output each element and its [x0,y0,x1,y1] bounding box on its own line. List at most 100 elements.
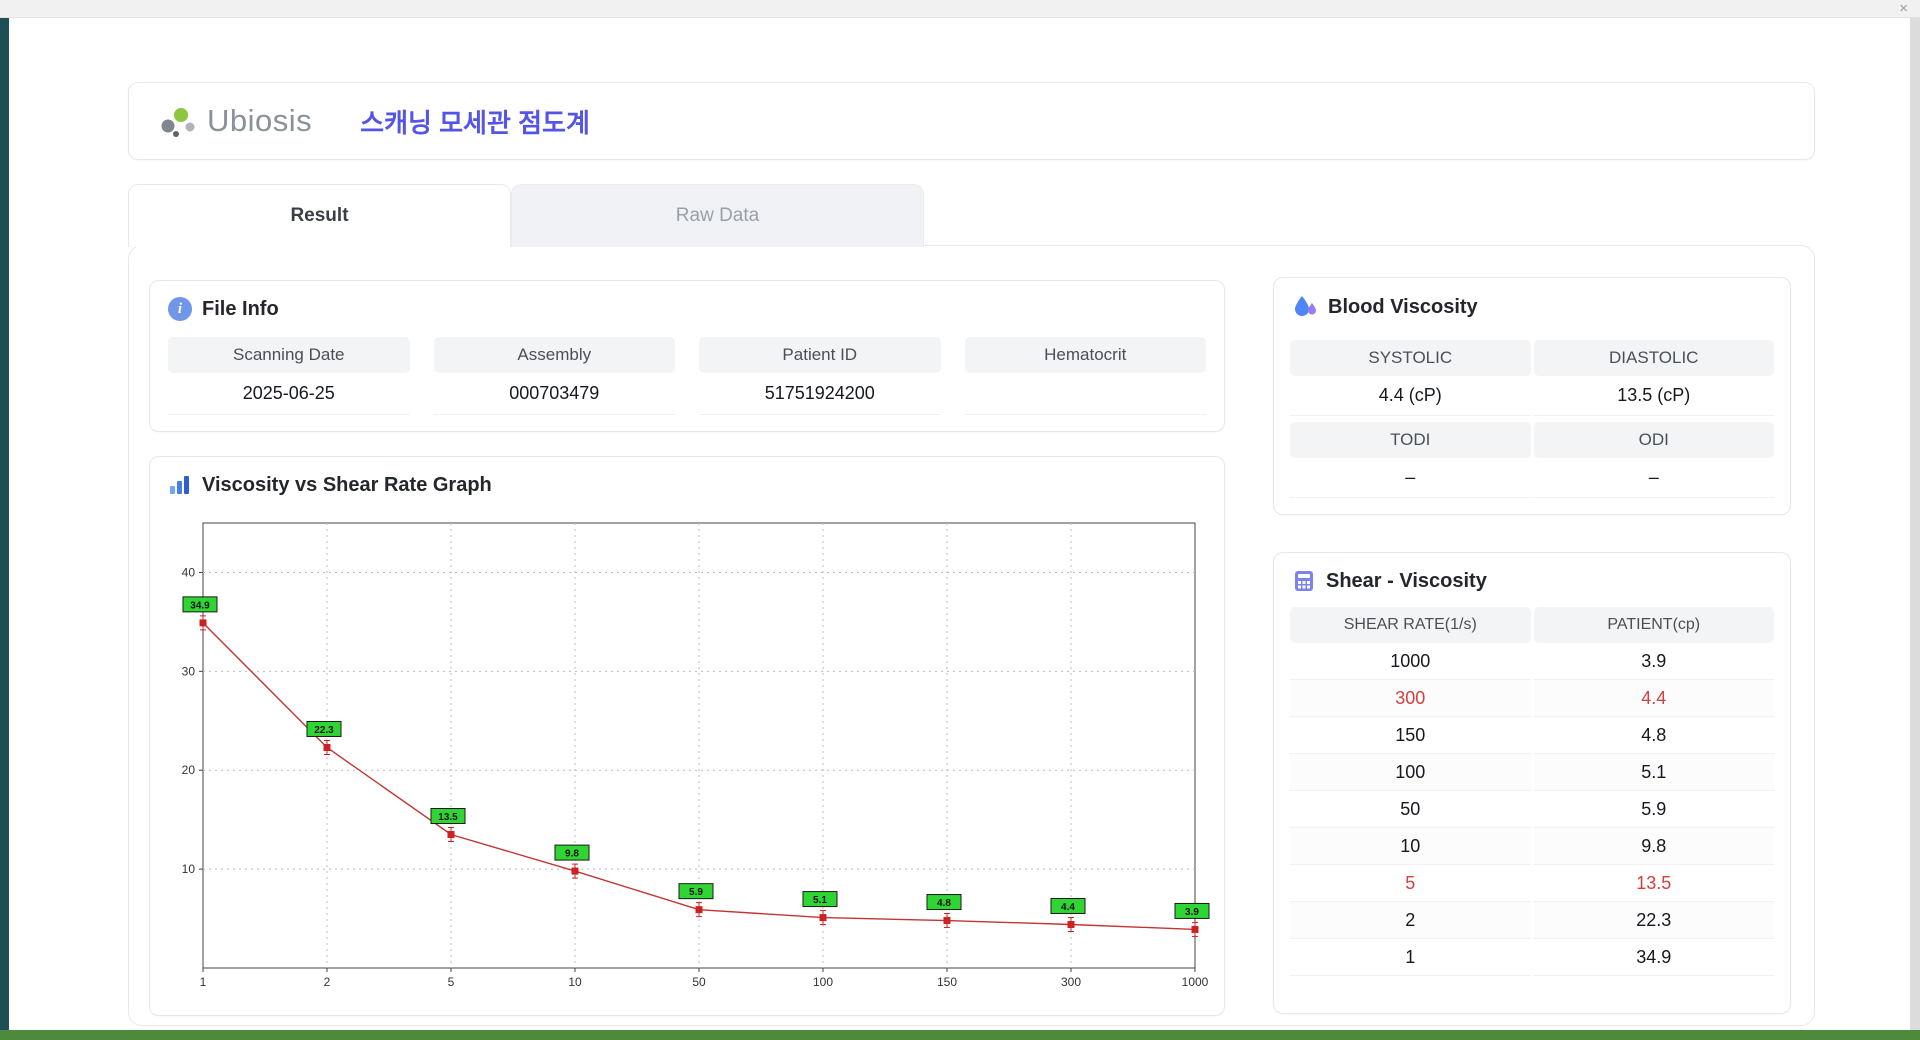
blood-viscosity-title: Blood Viscosity [1328,295,1478,318]
table-cell: 3.9 [1533,643,1774,680]
logo-text: Ubiosis [207,103,313,138]
file-info-title: File Info [202,297,279,320]
field-label: Assembly [433,337,675,373]
droplets-icon [1292,294,1318,320]
desktop-left-strip [0,18,9,1040]
svg-text:9.8: 9.8 [565,849,579,860]
field-value: 2025-06-25 [168,373,410,415]
svg-text:3.9: 3.9 [1185,907,1199,918]
table-row: 1000 3.9 [1290,643,1774,680]
info-icon: i [168,297,192,321]
table-cell: 50 [1290,791,1531,828]
tabs: Result Raw Data [128,184,924,247]
svg-text:13.5: 13.5 [438,812,458,823]
table-cell: 34.9 [1533,939,1774,976]
bv-value-cell: 4.4 (cP) [1290,376,1531,416]
shear-column-header: PATIENT(cp) [1533,607,1774,643]
content-panel: i File Info Scanning Date 2025-06-25 Assem… [128,245,1815,1026]
field-label: Patient ID [699,337,941,373]
app-logo: Ubiosis [157,103,312,139]
shear-table-title-row: Shear - Viscosity [1274,553,1790,603]
table-cell: 1000 [1290,643,1531,680]
svg-text:5.9: 5.9 [689,887,703,898]
svg-text:40: 40 [182,565,196,579]
svg-text:2: 2 [324,975,331,989]
desktop-bottom-strip [0,1030,1920,1040]
chart-wrap: 10 20 30 40 1 2 5 10 50 100 150 300 1000 34.9 22.3 13.5… [158,515,1218,998]
table-row: 2 22.3 [1290,902,1774,939]
file-info-field: Assembly 000703479 [433,337,675,415]
table-row: 1 34.9 [1290,939,1774,976]
table-cell: 13.5 [1533,865,1774,902]
field-value: 000703479 [433,373,675,415]
bv-value-cell: 13.5 (cP) [1533,376,1774,416]
field-value: 51751924200 [699,373,941,415]
bv-value-row: 4.4 (cP) 13.5 (cP) [1290,376,1774,416]
table-cell: 4.4 [1533,680,1774,717]
table-row: 50 5.9 [1290,791,1774,828]
svg-text:20: 20 [182,763,196,777]
svg-text:1: 1 [200,975,207,989]
table-cell: 300 [1290,680,1531,717]
file-info-fields: Scanning Date 2025-06-25 Assembly 000703479… [150,331,1224,415]
table-row: 300 4.4 [1290,680,1774,717]
bv-value-cell: – [1533,458,1774,498]
shear-table-body: SHEAR RATE(1/s) PATIENT(cp) 1000 3.9 300 4.4 1… [1274,603,1790,976]
file-info-field: Scanning Date 2025-06-25 [168,337,410,415]
viscosity-chart: 10 20 30 40 1 2 5 10 50 100 150 300 1000 34.9 22.3 13.5… [182,522,1210,989]
table-cell: 4.8 [1533,717,1774,754]
table-cell: 100 [1290,754,1531,791]
close-icon[interactable]: × [1899,0,1908,18]
bv-value-row: – – [1290,458,1774,498]
bv-header-cell: ODI [1533,422,1774,458]
blood-viscosity-card: Blood Viscosity SYSTOLIC DIASTOLIC 4.4 (cP… [1273,277,1791,515]
shear-table-title: Shear - Viscosity [1326,569,1487,592]
bv-header-cell: TODI [1290,422,1531,458]
svg-text:100: 100 [813,975,833,989]
tab-raw-data[interactable]: Raw Data [511,184,924,247]
svg-text:4.4: 4.4 [1061,902,1075,913]
shear-table-header-row: SHEAR RATE(1/s) PATIENT(cp) [1290,607,1774,643]
svg-text:50: 50 [692,975,706,989]
field-label: Scanning Date [168,337,410,373]
svg-text:22.3: 22.3 [314,725,334,736]
file-info-title-row: i File Info [150,281,1224,331]
graph-title: Viscosity vs Shear Rate Graph [202,473,492,496]
bv-header-cell: DIASTOLIC [1533,340,1774,376]
file-info-field: Patient ID 51751924200 [699,337,941,415]
table-row: 10 9.8 [1290,828,1774,865]
graph-title-row: Viscosity vs Shear Rate Graph [150,457,1224,507]
bv-value-cell: – [1290,458,1531,498]
svg-text:10: 10 [568,975,582,989]
table-cell: 22.3 [1533,902,1774,939]
table-cell: 5.1 [1533,754,1774,791]
bv-header-cell: SYSTOLIC [1290,340,1531,376]
bv-header-row: TODI ODI [1290,416,1774,458]
table-cell: 5.9 [1533,791,1774,828]
window-titlebar: × [0,0,1920,18]
svg-text:30: 30 [182,664,196,678]
field-label: Hematocrit [964,337,1206,373]
table-row: 5 13.5 [1290,865,1774,902]
table-cell: 10 [1290,828,1531,865]
logo-dots-icon [157,103,199,139]
field-value [964,373,1206,415]
svg-text:300: 300 [1061,975,1081,989]
bv-header-row: SYSTOLIC DIASTOLIC [1290,334,1774,376]
table-cell: 1 [1290,939,1531,976]
header-card: Ubiosis 스캐닝 모세관 점도계 [128,82,1815,160]
table-cell: 9.8 [1533,828,1774,865]
calculator-icon [1292,569,1316,593]
table-cell: 2 [1290,902,1531,939]
table-cell: 150 [1290,717,1531,754]
svg-text:150: 150 [937,975,957,989]
shear-column-header: SHEAR RATE(1/s) [1290,607,1531,643]
page-title: 스캐닝 모세관 점도계 [360,107,590,138]
table-row: 100 5.1 [1290,754,1774,791]
shear-table-card: Shear - Viscosity SHEAR RATE(1/s) PATIENT… [1273,552,1791,1014]
file-info-card: i File Info Scanning Date 2025-06-25 Assem… [149,280,1225,432]
table-cell: 5 [1290,865,1531,902]
app-window: Ubiosis 스캐닝 모세관 점도계 Result Raw Data i Fil… [9,18,1910,1030]
svg-text:5.1: 5.1 [813,895,827,906]
tab-result[interactable]: Result [128,184,511,247]
